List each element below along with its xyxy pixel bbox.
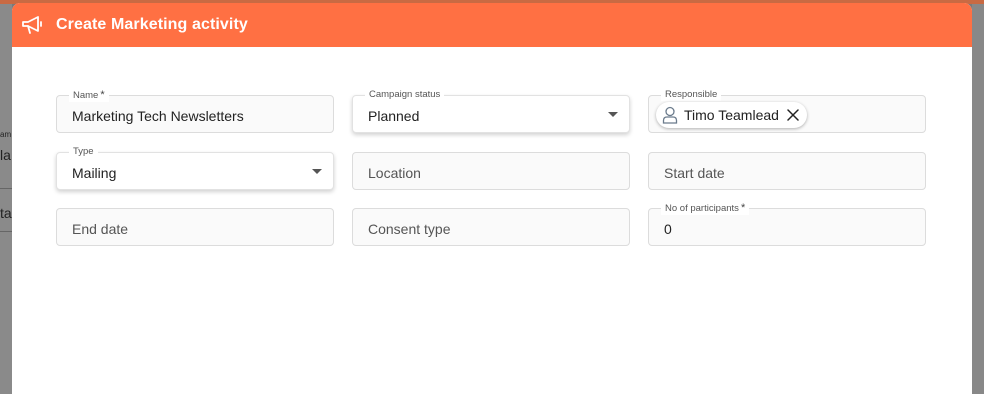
- start-date-placeholder: Start date: [664, 165, 725, 181]
- dialog-title: Create Marketing activity: [56, 16, 248, 33]
- end-date-placeholder: End date: [72, 221, 129, 237]
- person-icon: [662, 106, 678, 124]
- background-text: la: [0, 147, 11, 163]
- responsible-label: Responsible: [661, 89, 722, 101]
- consent-type-field[interactable]: Consent type: [352, 208, 630, 246]
- type-label: Type: [69, 146, 98, 158]
- campaign-status-label: Campaign status: [365, 89, 445, 101]
- participants-label: No of participants *: [661, 202, 750, 215]
- campaign-status-value: Planned: [368, 108, 420, 124]
- end-date-field[interactable]: End date: [56, 208, 334, 246]
- type-value: Mailing: [72, 165, 117, 181]
- location-placeholder: Location: [368, 165, 421, 181]
- responsible-chip[interactable]: Timo Teamlead: [656, 102, 807, 128]
- participants-value: 0: [664, 221, 672, 237]
- type-select[interactable]: Type Mailing: [56, 146, 334, 190]
- background-text: ta: [0, 205, 12, 221]
- dialog-header: Create Marketing activity: [12, 3, 972, 47]
- background-page: am la ta: [0, 4, 12, 394]
- dropdown-arrow-icon[interactable]: [312, 169, 322, 174]
- background-divider: [0, 231, 12, 232]
- name-field[interactable]: Name * Marketing Tech Newsletters: [56, 89, 334, 133]
- name-label: Name *: [69, 89, 109, 102]
- megaphone-icon: [20, 12, 46, 38]
- background-text: am: [0, 130, 12, 139]
- responsible-field[interactable]: Responsible Timo Teamlead: [648, 89, 926, 133]
- background-divider: [0, 188, 12, 189]
- close-icon[interactable]: [787, 109, 799, 121]
- consent-type-placeholder: Consent type: [368, 221, 451, 237]
- start-date-field[interactable]: Start date: [648, 152, 926, 190]
- responsible-chip-label: Timo Teamlead: [684, 107, 779, 123]
- name-value: Marketing Tech Newsletters: [72, 108, 244, 124]
- location-field[interactable]: Location: [352, 152, 630, 190]
- participants-field[interactable]: No of participants * 0: [648, 202, 926, 246]
- dropdown-arrow-icon[interactable]: [608, 112, 618, 117]
- campaign-status-select[interactable]: Campaign status Planned: [352, 89, 630, 133]
- background-page: [972, 4, 984, 394]
- create-marketing-activity-dialog: Create Marketing activity Name * Marketin…: [12, 3, 972, 394]
